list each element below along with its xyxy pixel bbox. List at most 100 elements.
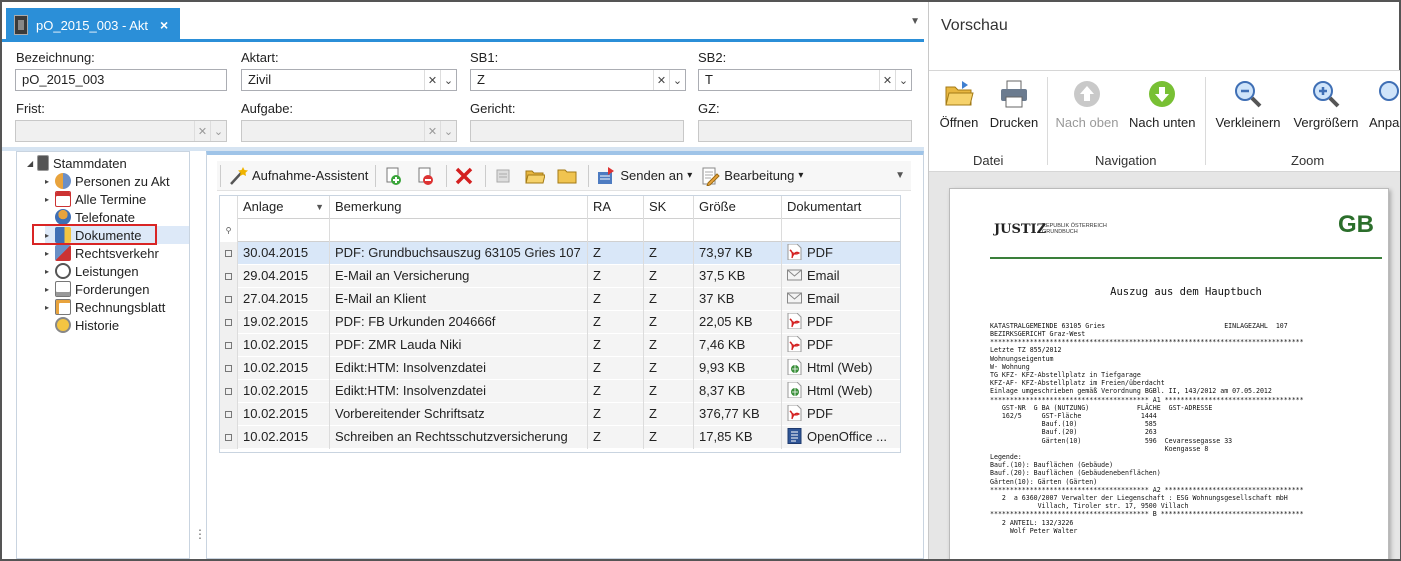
clear-icon[interactable]: ✕ — [653, 70, 669, 90]
expand-arrow-icon[interactable]: ▸ — [45, 177, 55, 186]
filter-icon[interactable]: ⚲ — [220, 219, 238, 242]
nav-up-button[interactable]: Nach oben — [1055, 79, 1119, 135]
filter-cell[interactable] — [782, 219, 900, 242]
tree-item-rechnungsblatt[interactable]: ▸ Rechnungsblatt — [45, 298, 165, 316]
delete-button[interactable] — [450, 163, 482, 189]
gericht-input[interactable] — [470, 120, 684, 142]
document-line: ****************************************… — [990, 485, 1304, 494]
column-header-dokumentart[interactable]: Dokumentart — [782, 196, 900, 219]
clear-icon[interactable]: ✕ — [194, 121, 210, 141]
html-file-icon — [787, 382, 802, 398]
column-header-groesse[interactable]: Größe — [694, 196, 782, 219]
filter-cell[interactable] — [588, 219, 644, 242]
open-folder-button[interactable] — [521, 163, 553, 189]
toolbar-overflow-icon[interactable]: ▼ — [895, 170, 911, 181]
tab-menu-icon[interactable]: ▼ — [910, 16, 920, 27]
row-selector[interactable] — [220, 403, 238, 426]
stack-button[interactable] — [489, 163, 521, 189]
row-selector[interactable] — [220, 242, 238, 265]
ribbon-group-zoom: Zoom — [1291, 153, 1325, 168]
print-button[interactable]: Drucken — [989, 79, 1039, 135]
grid-filter-row[interactable]: ⚲ — [220, 219, 900, 242]
expand-arrow-icon[interactable]: ▸ — [45, 267, 55, 276]
add-document-button[interactable] — [379, 163, 411, 189]
sb1-combo[interactable]: Z ✕ ⌄ — [470, 69, 686, 91]
chevron-down-icon[interactable]: ⌄ — [669, 70, 685, 90]
chevron-down-icon[interactable]: ⌄ — [895, 70, 911, 90]
assistant-button[interactable]: Aufnahme-Assistent — [224, 163, 372, 189]
cell-bemerkung: PDF: Grundbuchsauszug 63105 Gries 107 — [330, 242, 588, 265]
expand-arrow-icon[interactable]: ▸ — [45, 195, 55, 204]
filter-cell[interactable] — [238, 219, 330, 242]
row-selector[interactable] — [220, 380, 238, 403]
row-selector[interactable] — [220, 311, 238, 334]
cell-groesse: 7,46 KB — [694, 334, 782, 357]
table-row[interactable]: 29.04.2015 E-Mail an Versicherung Z Z 37,5 K… — [220, 265, 900, 288]
clear-icon[interactable]: ✕ — [879, 70, 895, 90]
column-header-sk[interactable]: SK — [644, 196, 694, 219]
frist-date-input[interactable]: ✕ ⌄ — [15, 120, 227, 142]
table-row[interactable]: 19.02.2015 PDF: FB Urkunden 204666f Z Z 22,0… — [220, 311, 900, 334]
open-button[interactable]: Öffnen — [937, 79, 981, 135]
tree-item-forderungen[interactable]: ▸ Forderungen — [45, 280, 149, 298]
clear-icon[interactable]: ✕ — [424, 70, 440, 90]
nav-down-button[interactable]: Nach unten — [1129, 79, 1196, 135]
table-row[interactable]: 10.02.2015 Edikt:HTM: Insolvenzdatei Z Z 9,9… — [220, 357, 900, 380]
expand-arrow-icon[interactable]: ▸ — [45, 285, 55, 294]
fit-button[interactable]: Anpa — [1369, 79, 1400, 135]
aufgabe-label: Aufgabe: — [241, 101, 294, 116]
chevron-down-icon[interactable]: ⌄ — [440, 121, 456, 141]
dokumentart-label: Email — [807, 291, 840, 306]
file-cabinet-icon — [37, 155, 49, 171]
filter-cell[interactable] — [644, 219, 694, 242]
row-selector[interactable] — [220, 265, 238, 288]
row-selector[interactable] — [220, 426, 238, 449]
preview-viewport[interactable]: JUSTIZ REPUBLIK ÖSTERREICH GRUNDBUCH GB … — [929, 172, 1400, 559]
table-row[interactable]: 30.04.2015 PDF: Grundbuchsauszug 63105 Gr… — [220, 242, 900, 265]
tree-item-leistungen[interactable]: ▸ Leistungen — [45, 262, 139, 280]
filter-cell[interactable] — [694, 219, 782, 242]
sb2-combo[interactable]: T ✕ ⌄ — [698, 69, 912, 91]
zoom-in-button[interactable]: Vergrößern — [1291, 79, 1361, 135]
row-selector[interactable] — [220, 288, 238, 311]
chevron-down-icon[interactable]: ⌄ — [210, 121, 226, 141]
collapse-arrow-icon[interactable]: ◢ — [27, 159, 37, 168]
filter-cell[interactable] — [330, 219, 588, 242]
folder-button[interactable] — [553, 163, 585, 189]
column-header-anlage[interactable]: Anlage ▼ — [238, 196, 330, 219]
remove-document-button[interactable] — [411, 163, 443, 189]
gz-input[interactable] — [698, 120, 912, 142]
tab-akt[interactable]: pO_2015_003 - Akt × — [6, 8, 180, 42]
edit-button[interactable]: Bearbeitung ▾ — [696, 163, 807, 189]
column-header-bemerkung[interactable]: Bemerkung — [330, 196, 588, 219]
tree-item-personen[interactable]: ▸ Personen zu Akt — [45, 172, 170, 190]
chevron-down-icon[interactable]: ⌄ — [440, 70, 456, 90]
tree-root-stammdaten[interactable]: ◢ Stammdaten — [27, 154, 127, 172]
expand-arrow-icon[interactable]: ▸ — [45, 249, 55, 258]
aufgabe-combo[interactable]: ✕ ⌄ — [241, 120, 457, 142]
table-row[interactable]: 27.04.2015 E-Mail an Klient Z Z 37 KB Email — [220, 288, 900, 311]
table-row[interactable]: 10.02.2015 PDF: ZMR Lauda Niki Z Z 7,46 KB PD… — [220, 334, 900, 357]
table-row[interactable]: 10.02.2015 Vorbereitender Schriftsatz Z Z 37… — [220, 403, 900, 426]
splitter-grip-icon[interactable]: ⋮ — [194, 528, 206, 540]
clear-icon[interactable]: ✕ — [424, 121, 440, 141]
tree-item-historie[interactable]: Historie — [45, 316, 119, 334]
row-selector[interactable] — [220, 357, 238, 380]
cell-sk: Z — [644, 311, 694, 334]
bezeichnung-input[interactable]: pO_2015_003 — [15, 69, 227, 91]
ribbon-separator — [1047, 77, 1048, 165]
pdf-file-icon — [787, 313, 802, 329]
close-tab-icon[interactable]: × — [160, 17, 168, 33]
table-row[interactable]: 10.02.2015 Schreiben an Rechtsschutzversi… — [220, 426, 900, 449]
send-to-button[interactable]: Senden an ▾ — [592, 163, 696, 189]
table-row[interactable]: 10.02.2015 Edikt:HTM: Insolvenzdatei Z Z 8,3… — [220, 380, 900, 403]
zoom-out-button[interactable]: Verkleinern — [1213, 79, 1283, 135]
column-header-ra[interactable]: RA — [588, 196, 644, 219]
aktart-combo[interactable]: Zivil ✕ ⌄ — [241, 69, 457, 91]
expand-arrow-icon[interactable]: ▸ — [45, 303, 55, 312]
tree-item-termine[interactable]: ▸ Alle Termine — [45, 190, 146, 208]
row-selector[interactable] — [220, 334, 238, 357]
assistant-label: Aufnahme-Assistent — [252, 168, 369, 183]
dokumentart-label: Html (Web) — [807, 360, 873, 375]
tree-item-rechtsverkehr[interactable]: ▸ Rechtsverkehr — [45, 244, 159, 262]
